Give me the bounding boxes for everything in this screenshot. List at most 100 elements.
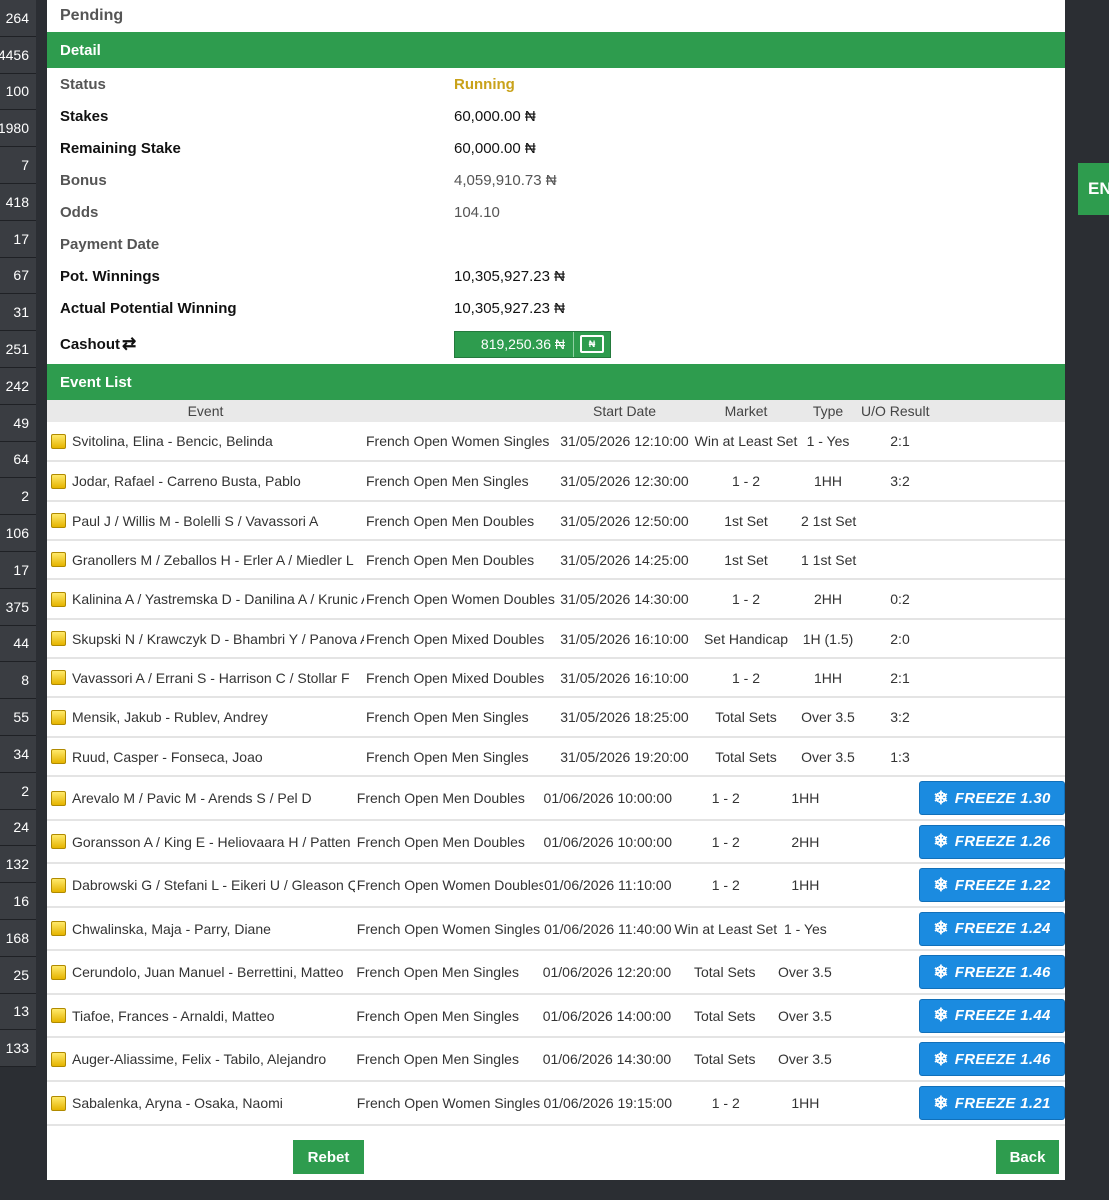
event-name-cell: Dabrowski G / Stefani L - Eikeri U / Gle… (47, 877, 355, 893)
rebet-button[interactable]: Rebet (293, 1140, 364, 1174)
event-name: Jodar, Rafael - Carreno Busta, Pablo (72, 473, 301, 489)
event-name-cell: Arevalo M / Pavic M - Arends S / Pel D (47, 790, 355, 806)
left-odds-cell[interactable]: 106 (0, 515, 36, 552)
start-date: 01/06/2026 14:00:00 (542, 1007, 672, 1024)
left-odds-cell[interactable]: 24 (0, 809, 36, 847)
bet-type: 1H (1.5) (802, 630, 854, 647)
stakes-row: Stakes 60,000.00 ₦ (47, 100, 1065, 132)
snowflake-icon: ❄ (933, 1005, 949, 1025)
left-odds-cell[interactable]: 16 (0, 883, 36, 920)
tournament-name: French Open Men Singles (366, 748, 529, 765)
tournament-name: French Open Women Doubles (356, 877, 544, 893)
market: 1 - 2 (731, 591, 760, 607)
start-date: 01/06/2026 11:40:00 (544, 920, 672, 937)
left-odds-cell[interactable]: 375 (0, 588, 36, 626)
left-odds-cell[interactable]: 31 (0, 294, 36, 332)
left-odds-cell[interactable]: 133 (0, 1030, 36, 1068)
event-row: Cerundolo, Juan Manuel - Berrettini, Mat… (47, 951, 1065, 995)
action-cell: ❄ FREEZE 1.30 (919, 781, 1065, 815)
snowflake-icon: ❄ (933, 961, 949, 982)
tournament-icon (51, 877, 66, 893)
left-odds-cell[interactable]: 251 (0, 331, 36, 368)
left-odds-cell[interactable]: 34 (0, 735, 36, 773)
event-name: Skupski N / Krawczyk D - Bhambri Y / Pan… (72, 630, 364, 647)
market: 1 - 2 (711, 877, 740, 893)
freeze-button[interactable]: ❄ FREEZE 1.44 (919, 998, 1065, 1033)
bet-type: Over 3.5 (778, 1051, 832, 1067)
tournament-name: French Open Men Singles (366, 473, 529, 489)
left-odds-cell[interactable]: 2 (0, 772, 36, 810)
tournament-name: French Open Women Doubles (366, 591, 555, 607)
left-odds-cell[interactable]: 168 (0, 919, 36, 957)
left-odds-cell[interactable]: 17 (0, 220, 36, 258)
tournament-name: French Open Mixed Doubles (366, 630, 545, 647)
left-odds-cell[interactable]: 418 (0, 183, 36, 221)
market: Win at Least Set (694, 433, 798, 449)
tournament-icon (51, 749, 66, 764)
freeze-odds: 1.30 (1020, 789, 1051, 807)
start-date: 31/05/2026 14:25:00 (560, 551, 689, 568)
event-name: Cerundolo, Juan Manuel - Berrettini, Mat… (72, 964, 344, 980)
start-date: 31/05/2026 18:25:00 (560, 709, 689, 725)
tournament-name: French Open Men Singles (356, 964, 519, 980)
freeze-odds: 1.46 (1020, 1050, 1051, 1068)
back-button[interactable]: Back (996, 1140, 1059, 1174)
start-date: 31/05/2026 12:10:00 (560, 433, 689, 449)
left-odds-cell[interactable]: 25 (0, 956, 36, 994)
left-odds-cell[interactable]: 7 (0, 147, 36, 184)
event-row: Jodar, Rafael - Carreno Busta, Pablo Fren… (47, 462, 1065, 502)
bet-type: 1HH (791, 1095, 820, 1111)
left-odds-cell[interactable]: 55 (0, 699, 36, 736)
freeze-button[interactable]: ❄ FREEZE 1.22 (919, 868, 1065, 902)
left-odds-cell[interactable]: 67 (0, 257, 36, 295)
snowflake-icon: ❄ (933, 918, 949, 938)
result: 1:3 (890, 748, 910, 765)
left-odds-cell[interactable]: 4456 (0, 36, 36, 74)
freeze-button[interactable]: ❄ FREEZE 1.21 (919, 1086, 1065, 1120)
col-event: Event (187, 403, 224, 419)
snowflake-icon: ❄ (933, 1092, 949, 1113)
tournament-name: French Open Women Singles (356, 920, 541, 937)
action-cell: ❄ FREEZE 1.46 (919, 955, 1065, 989)
col-type: Type (812, 403, 844, 419)
event-table-header: Event Start Date Market Type U/O Result (47, 400, 1065, 422)
event-name-cell: Jodar, Rafael - Carreno Busta, Pablo (47, 473, 364, 489)
left-odds-cell[interactable]: 49 (0, 404, 36, 442)
freeze-button[interactable]: ❄ FREEZE 1.46 (919, 955, 1065, 989)
left-odds-cell[interactable]: 13 (0, 993, 36, 1031)
bet-type: 1HH (791, 877, 820, 893)
remaining-stake-value: 60,000.00 ₦ (454, 139, 536, 157)
tournament-icon (51, 790, 66, 806)
bet-type: 1HH (791, 790, 820, 806)
freeze-button[interactable]: ❄ FREEZE 1.30 (919, 781, 1065, 815)
left-odds-cell[interactable]: 8 (0, 662, 36, 700)
left-odds-cell[interactable]: 2 (0, 478, 36, 516)
left-odds-cell[interactable]: 1980 (0, 110, 36, 148)
language-tab[interactable]: EN (1078, 163, 1109, 215)
left-odds-cell[interactable]: 44 (0, 625, 36, 663)
tournament-icon (51, 709, 66, 725)
left-odds-cell[interactable]: 242 (0, 367, 36, 405)
market: 1 - 2 (711, 1095, 740, 1111)
start-date: 31/05/2026 19:20:00 (560, 748, 689, 765)
action-cell: ❄ FREEZE 1.46 (919, 1042, 1065, 1076)
event-name: Vavassori A / Errani S - Harrison C / St… (72, 669, 350, 686)
freeze-button[interactable]: ❄ FREEZE 1.26 (919, 824, 1065, 859)
freeze-label: FREEZE (954, 1050, 1016, 1068)
market: 1 - 2 (731, 473, 760, 489)
left-odds-cell[interactable]: 100 (0, 73, 36, 111)
event-name: Svitolina, Elina - Bencic, Belinda (72, 433, 273, 449)
event-name: Dabrowski G / Stefani L - Eikeri U / Gle… (72, 877, 355, 893)
left-odds-cell[interactable]: 132 (0, 846, 36, 884)
left-odds-cell[interactable]: 17 (0, 551, 36, 589)
freeze-label: FREEZE (954, 833, 1016, 850)
freeze-button[interactable]: ❄ FREEZE 1.46 (919, 1042, 1065, 1076)
market: 1 - 2 (711, 833, 740, 850)
bet-type: 1 1st Set (801, 551, 857, 568)
cashout-button[interactable]: 819,250.36 ₦ ₦ (454, 330, 611, 358)
left-odds-cell[interactable]: 64 (0, 441, 36, 479)
freeze-button[interactable]: ❄ FREEZE 1.24 (919, 911, 1065, 946)
refresh-icon[interactable]: ⇄ (122, 334, 136, 353)
left-odds-cell[interactable]: 264 (0, 0, 36, 37)
result: 3:2 (890, 473, 910, 489)
